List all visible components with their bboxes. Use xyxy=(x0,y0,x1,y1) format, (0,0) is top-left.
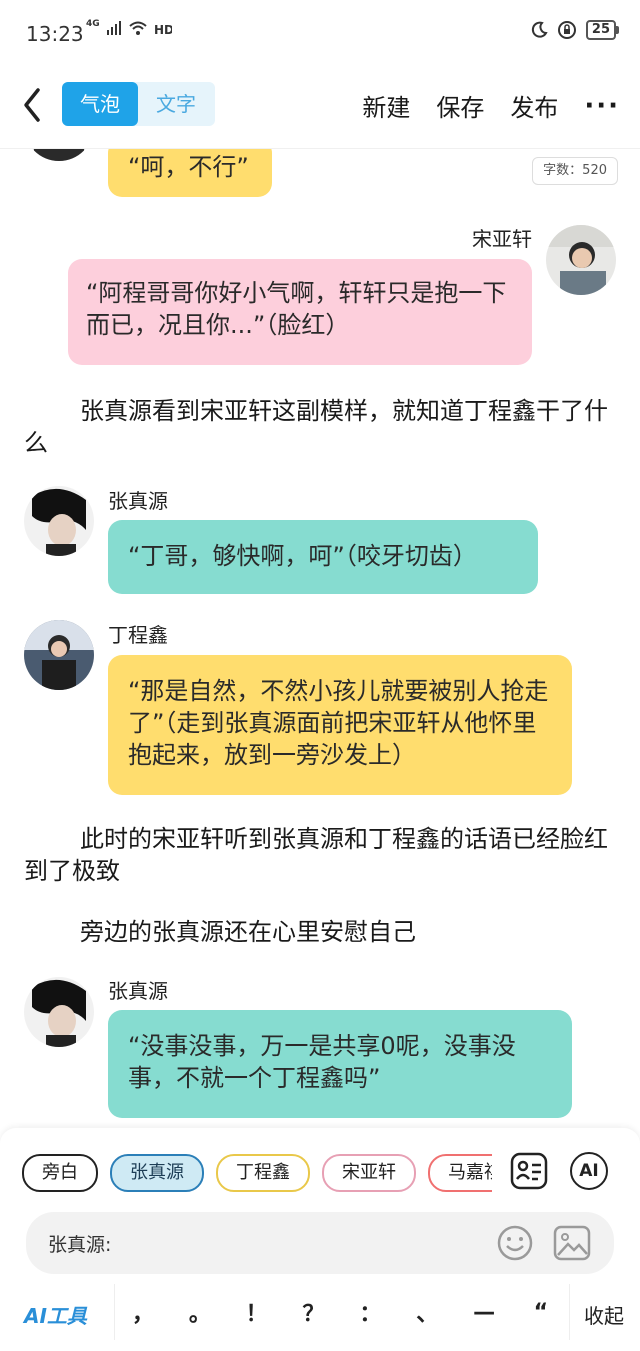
svg-text:HD: HD xyxy=(154,23,172,36)
punct-comma[interactable]: ， xyxy=(131,1296,155,1328)
punct-quote[interactable]: “ xyxy=(529,1300,553,1325)
new-button[interactable]: 新建 xyxy=(362,88,410,123)
avatar xyxy=(24,149,94,161)
speaker-name: 张真源 xyxy=(108,489,168,513)
character-chip-song-yaxuan[interactable]: 宋亚轩 xyxy=(322,1154,416,1192)
punct-dash[interactable]: — xyxy=(472,1300,496,1325)
speaker-name: 张真源 xyxy=(108,979,168,1003)
avatar[interactable] xyxy=(24,620,94,690)
status-time: 13:23 xyxy=(26,22,84,46)
collapse-button[interactable]: 收起 xyxy=(584,1300,624,1329)
punct-period[interactable]: 。 xyxy=(188,1296,212,1328)
image-icon[interactable] xyxy=(552,1224,592,1262)
story-content: “呵，不行” 字数：520 宋亚轩 “阿程哥哥你好小气啊，轩轩只是抱一下而已，况… xyxy=(0,149,640,1127)
avatar[interactable] xyxy=(546,225,616,295)
mode-toggle: 气泡 文字 xyxy=(62,82,215,126)
message-bubble[interactable]: “丁哥，够快啊，呵”（咬牙切齿） xyxy=(108,520,538,594)
ai-icon[interactable]: AI xyxy=(570,1152,608,1190)
network-label: 4G xyxy=(86,19,100,29)
punct-enumeration-comma[interactable]: 、 xyxy=(415,1296,439,1328)
dialogue-input[interactable]: 张真源: xyxy=(26,1212,614,1274)
emoji-icon[interactable] xyxy=(496,1224,534,1262)
battery-icon: 25 xyxy=(585,20,620,40)
character-chips: 旁白张真源丁程鑫宋亚轩马嘉祺 xyxy=(22,1154,492,1192)
punct-question[interactable]: ？ xyxy=(302,1296,326,1328)
publish-button[interactable]: 发布 xyxy=(510,88,558,123)
character-chip-ma-jiaqi[interactable]: 马嘉祺 xyxy=(428,1154,492,1192)
character-chip-narrator[interactable]: 旁白 xyxy=(22,1154,98,1192)
avatar[interactable] xyxy=(24,977,94,1047)
back-chevron-icon[interactable] xyxy=(18,86,48,124)
character-chip-zhang-zhenyuan[interactable]: 张真源 xyxy=(110,1154,204,1192)
speaker-name: 宋亚轩 xyxy=(472,227,532,251)
more-button[interactable]: ··· xyxy=(584,93,620,119)
message-bubble[interactable]: “呵，不行” xyxy=(108,149,272,197)
status-bar: 13:23 4G HD 25 xyxy=(0,0,640,66)
message-bubble[interactable]: “那是自然，不然小孩儿就要被别人抢走了”（走到张真源面前把宋亚轩从他怀里抱起来，… xyxy=(108,655,572,795)
ai-tool-button[interactable]: AI工具 xyxy=(24,1300,87,1329)
narration-paragraph[interactable]: 旁边的张真源还在心里安慰自己 xyxy=(24,916,616,948)
profile-card-icon[interactable] xyxy=(510,1152,548,1190)
narration-paragraph[interactable]: 此时的宋亚轩听到张真源和丁程鑫的话语已经脸红到了极致 xyxy=(24,823,616,887)
wifi-icon xyxy=(128,21,147,35)
lock-icon xyxy=(557,21,576,39)
avatar[interactable] xyxy=(24,486,94,556)
editor-panel: 旁白张真源丁程鑫宋亚轩马嘉祺 AI 张真源: AI工具 ， 。 ！ ？ ： 、 … xyxy=(0,1128,640,1351)
save-button[interactable]: 保存 xyxy=(436,88,484,123)
hd-icon: HD xyxy=(154,23,172,36)
punctuation-bar: ， 。 ！ ？ ： 、 — “ xyxy=(114,1284,570,1340)
message-bubble[interactable]: “阿程哥哥你好小气啊，轩轩只是抱一下而已，况且你...”（脸红） xyxy=(68,259,532,365)
message-bubble[interactable]: “没事没事，万一是共享0呢，没事没事，不就一个丁程鑫吗” xyxy=(108,1010,572,1118)
signal-icon xyxy=(106,21,121,35)
top-bar: 气泡 文字 新建 保存 发布 ··· xyxy=(0,66,640,149)
punct-exclamation[interactable]: ！ xyxy=(245,1296,269,1328)
mode-bubble-tab[interactable]: 气泡 xyxy=(62,82,138,126)
moon-icon xyxy=(531,21,548,38)
narration-paragraph[interactable]: 张真源看到宋亚轩这副模样，就知道丁程鑫干了什么 xyxy=(24,395,616,459)
speaker-name: 丁程鑫 xyxy=(108,623,168,647)
dialogue-input-value: 张真源: xyxy=(48,1234,112,1256)
word-count-badge: 字数：520 xyxy=(532,157,618,185)
character-chip-ding-chengxin[interactable]: 丁程鑫 xyxy=(216,1154,310,1192)
punct-colon[interactable]: ： xyxy=(358,1296,382,1328)
mode-text-tab[interactable]: 文字 xyxy=(138,82,214,126)
